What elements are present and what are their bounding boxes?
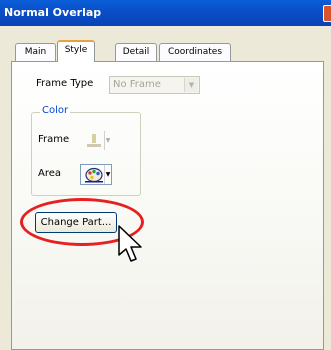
- window-title: Normal Overlap: [4, 6, 102, 19]
- chevron-down-icon: ▼: [104, 165, 111, 184]
- color-group-title: Color: [40, 105, 71, 116]
- tab-label: Coordinates: [167, 47, 223, 57]
- frame-type-label: Frame Type: [36, 78, 94, 89]
- chevron-down-icon: ▼: [184, 78, 198, 92]
- tab-coordinates[interactable]: Coordinates: [159, 43, 231, 61]
- tab-label: Style: [64, 45, 88, 55]
- dialog-window: Normal Overlap Main Style Detail Coordin…: [0, 0, 331, 350]
- paint-bucket-icon: [87, 134, 101, 147]
- area-color-button[interactable]: ▼: [80, 164, 112, 185]
- frame-color-label: Frame: [38, 134, 70, 145]
- tab-style[interactable]: Style: [57, 40, 95, 62]
- frame-type-select[interactable]: No Frame ▼: [109, 76, 200, 94]
- palette-icon: [85, 167, 103, 183]
- close-button[interactable]: [323, 5, 331, 22]
- tab-label: Detail: [122, 47, 150, 57]
- frame-color-button[interactable]: ▼: [80, 130, 112, 151]
- frame-type-value: No Frame: [113, 79, 161, 90]
- change-part-button[interactable]: Change Part...: [35, 212, 117, 233]
- tab-main[interactable]: Main: [15, 43, 56, 61]
- area-color-label: Area: [38, 168, 62, 179]
- tab-label: Main: [24, 47, 47, 57]
- chevron-down-icon: ▼: [104, 131, 111, 150]
- tab-detail[interactable]: Detail: [115, 43, 157, 61]
- mouse-pointer-icon: [118, 225, 142, 262]
- title-bar[interactable]: Normal Overlap: [0, 0, 331, 26]
